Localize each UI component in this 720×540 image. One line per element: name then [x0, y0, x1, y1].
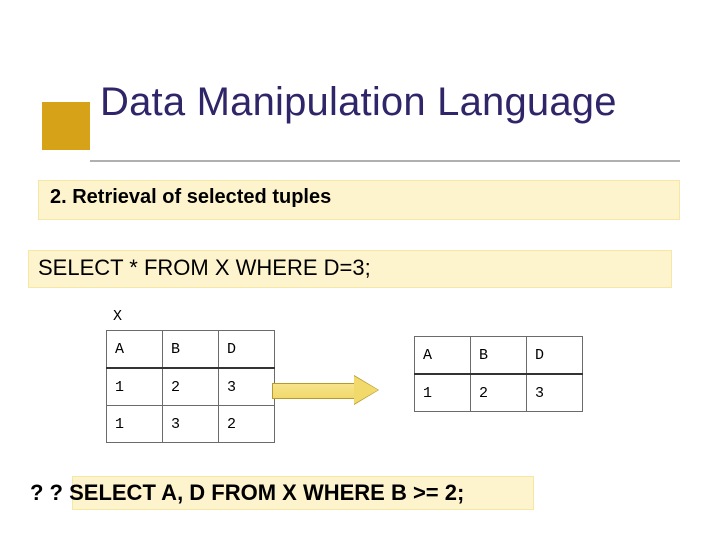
table-header-cell: A [415, 337, 471, 375]
table-row: 1 2 3 [415, 374, 583, 412]
table-row: A B D [107, 331, 275, 369]
accent-square-icon [42, 102, 90, 150]
subtitle-text: 2. Retrieval of selected tuples [50, 186, 331, 209]
table-cell: 2 [163, 368, 219, 406]
table-cell: 2 [219, 406, 275, 443]
table-cell: 3 [219, 368, 275, 406]
slide: Data Manipulation Language 2. Retrieval … [0, 0, 720, 540]
table-cell: 1 [107, 368, 163, 406]
table-cell: 2 [471, 374, 527, 412]
table-header-cell: D [527, 337, 583, 375]
table-row: A B D [415, 337, 583, 375]
table-cell: 3 [527, 374, 583, 412]
table-x-label: X [113, 308, 122, 325]
footer-query: ? ? SELECT A, D FROM X WHERE B >= 2; [30, 480, 464, 506]
table-header-cell: A [107, 331, 163, 369]
table-result: A B D 1 2 3 [414, 336, 583, 412]
title-underline [90, 160, 680, 162]
slide-title: Data Manipulation Language [100, 80, 617, 125]
table-header-cell: D [219, 331, 275, 369]
table-row: 1 2 3 [107, 368, 275, 406]
table-header-cell: B [471, 337, 527, 375]
table-x: A B D 1 2 3 1 3 2 [106, 330, 275, 443]
table-cell: 1 [107, 406, 163, 443]
table-header-cell: B [163, 331, 219, 369]
table-cell: 1 [415, 374, 471, 412]
table-row: 1 3 2 [107, 406, 275, 443]
sql-query: SELECT * FROM X WHERE D=3; [38, 255, 371, 281]
arrow-icon [272, 380, 382, 400]
table-cell: 3 [163, 406, 219, 443]
